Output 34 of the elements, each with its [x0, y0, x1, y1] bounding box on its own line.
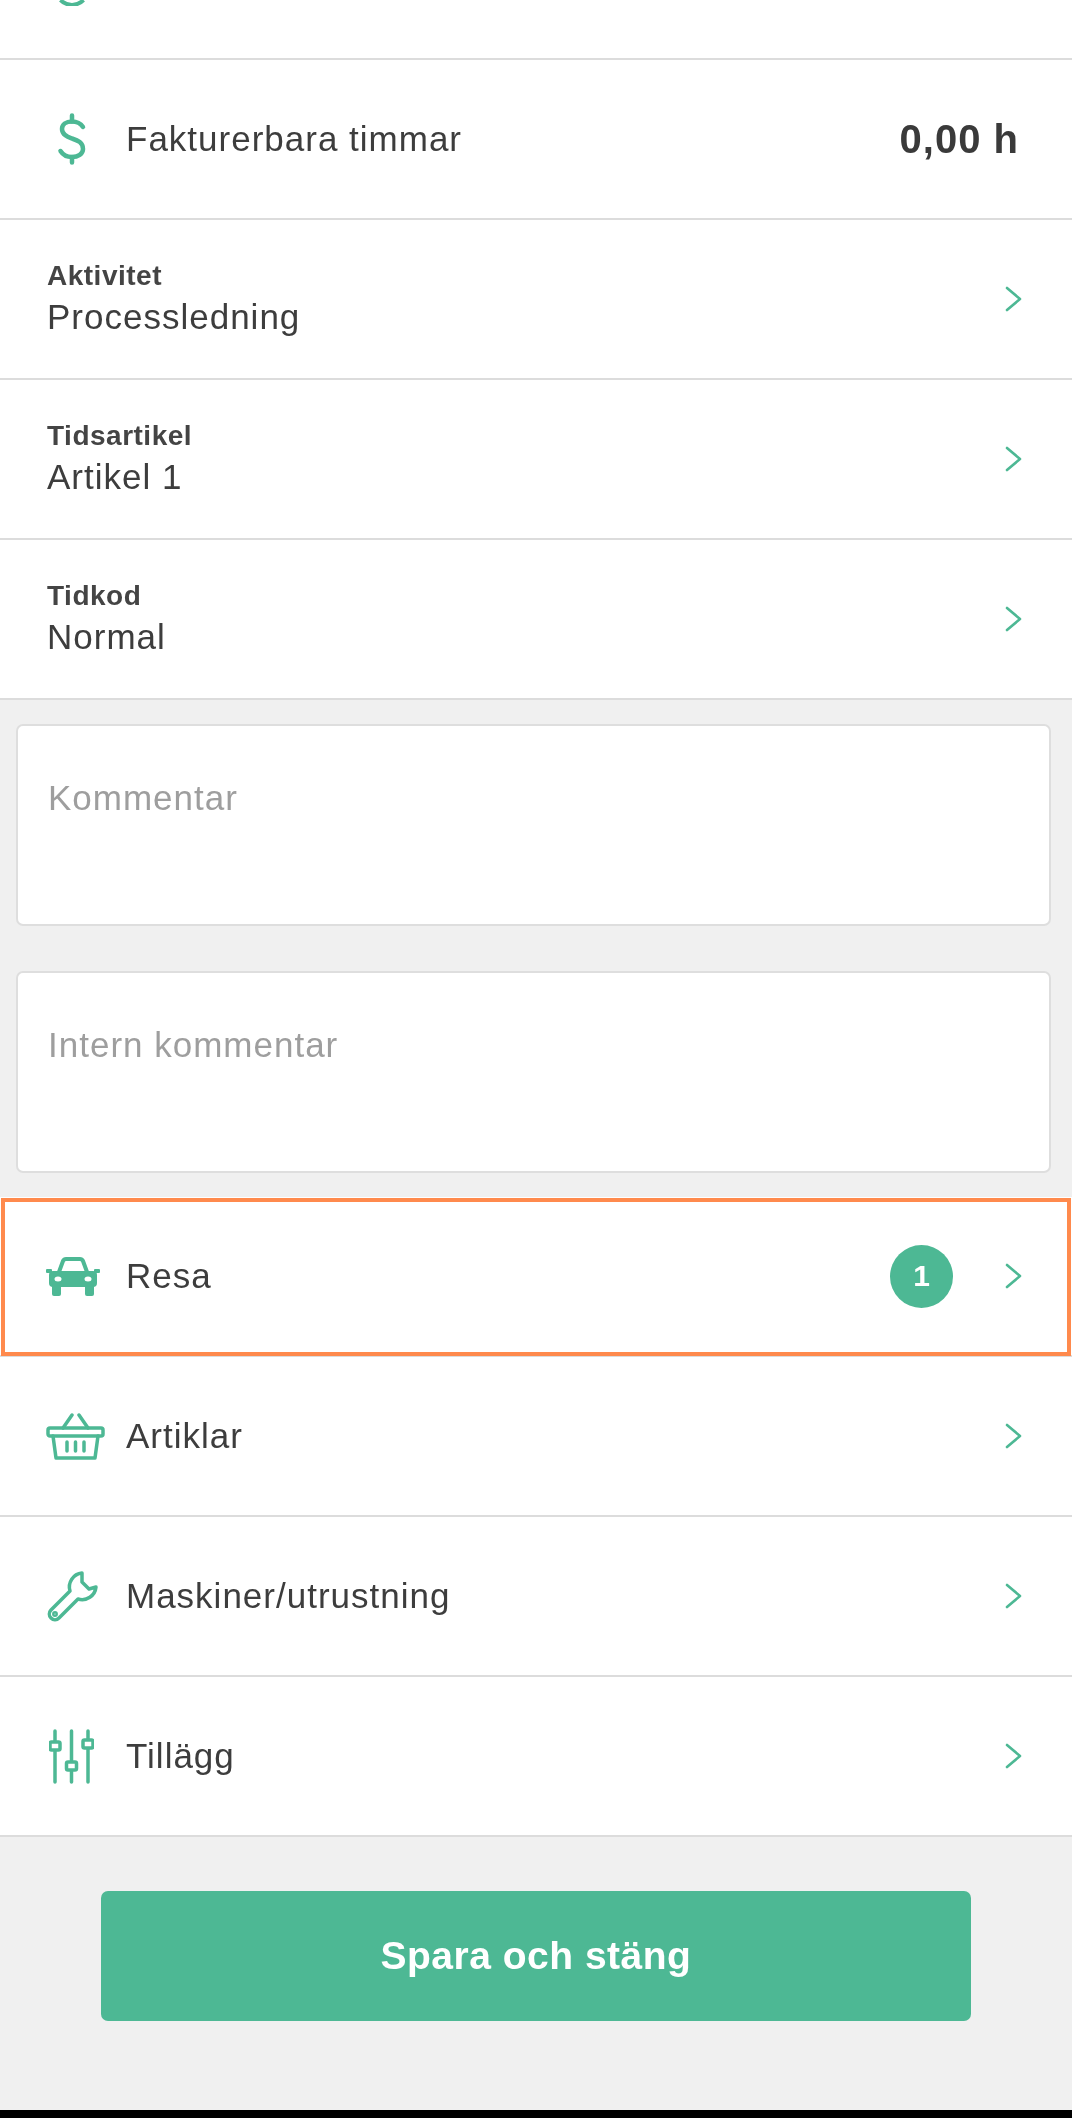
basket-icon [46, 1412, 105, 1460]
field-value: Processledning [47, 296, 301, 338]
chevron-icon [1005, 606, 1022, 632]
chevron-icon [1005, 446, 1022, 472]
section-label: Artiklar [126, 1415, 244, 1457]
field-value: Artikel 1 [47, 456, 183, 498]
wrench-icon [46, 1569, 100, 1623]
count-badge: 1 [890, 1244, 953, 1308]
field-row[interactable]: Tidsartikel Artikel 1 [0, 380, 1072, 540]
hours-value: 0,00 h [899, 116, 1019, 162]
chevron-icon [1005, 286, 1022, 312]
chevron-icon [1005, 1423, 1022, 1449]
field-label: Tidsartikel [47, 420, 193, 452]
field-row[interactable]: Aktivitet Processledning [0, 220, 1072, 380]
section-row[interactable]: Tillägg [0, 1677, 1072, 1837]
field-value: Normal [47, 616, 166, 658]
chevron-icon [1005, 1743, 1022, 1769]
field-row[interactable]: Tidkod Normal [0, 540, 1072, 700]
chevron-icon [1005, 1583, 1022, 1609]
field-label: Tidkod [47, 580, 142, 612]
section-label: Resa [126, 1255, 213, 1297]
comment-field[interactable]: Intern kommentar [16, 971, 1051, 1173]
chevron-icon [1005, 1263, 1022, 1289]
sliders-icon [49, 1728, 94, 1784]
field-label: Aktivitet [47, 260, 162, 292]
dollar-icon [56, 113, 88, 165]
section-row[interactable]: Resa 1 [0, 1197, 1072, 1357]
comment-field[interactable]: Kommentar [16, 724, 1051, 926]
section-label: Maskiner/utrustning [126, 1575, 452, 1617]
section-row[interactable]: Maskiner/utrustning [0, 1517, 1072, 1677]
section-label: Tillägg [126, 1735, 236, 1777]
car-icon [46, 1256, 100, 1296]
section-row[interactable]: Artiklar [0, 1357, 1072, 1517]
hours-label: Fakturerbara timmar [126, 118, 464, 160]
